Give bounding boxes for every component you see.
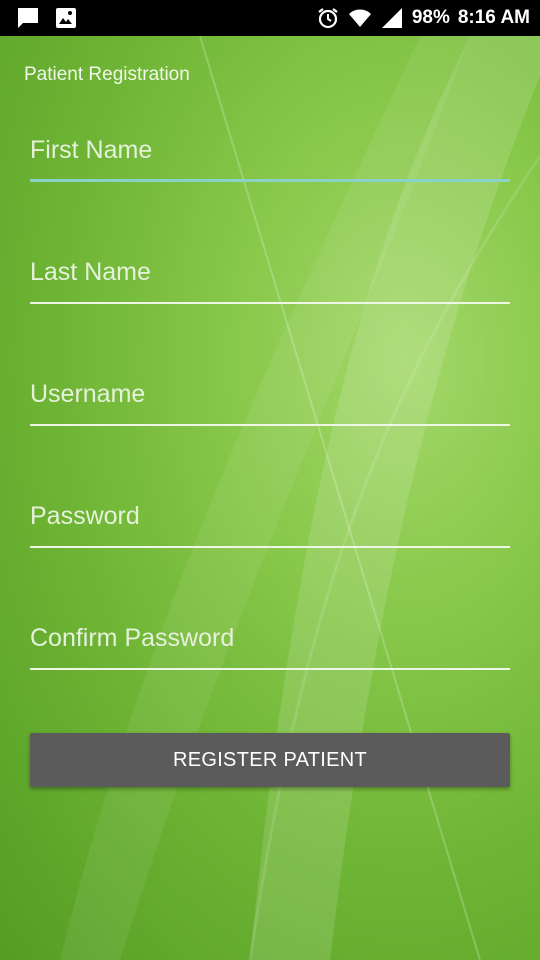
last-name-field [30,244,510,304]
username-field [30,366,510,426]
alarm-icon [316,6,340,30]
signal-icon [380,6,404,30]
image-icon [54,6,78,30]
registration-screen: Patient Registration REGISTER PATIENT [0,36,540,960]
status-indicators: 98% 8:16 AM [316,0,530,36]
password-input[interactable] [30,488,510,544]
password-field [30,488,510,548]
password-underline [30,546,510,548]
battery-level: 98% [411,7,450,28]
first-name-input[interactable] [30,122,510,178]
wifi-icon [348,6,372,30]
last-name-underline [30,302,510,304]
message-icon [16,6,40,30]
username-input[interactable] [30,366,510,422]
register-patient-button[interactable]: REGISTER PATIENT [30,733,510,787]
username-underline [30,424,510,426]
confirm-password-underline [30,668,510,670]
status-bar: 98% 8:16 AM [0,0,540,36]
confirm-password-input[interactable] [30,610,510,666]
first-name-field [30,122,510,182]
last-name-input[interactable] [30,244,510,300]
app-screen: 98% 8:16 AM Patient Registration First N… [0,0,540,960]
page-title: Patient Registration [24,64,190,85]
confirm-password-field [30,610,510,670]
notification-icons [16,6,78,30]
first-name-underline [30,179,510,182]
clock-time: 8:16 AM [457,7,530,28]
